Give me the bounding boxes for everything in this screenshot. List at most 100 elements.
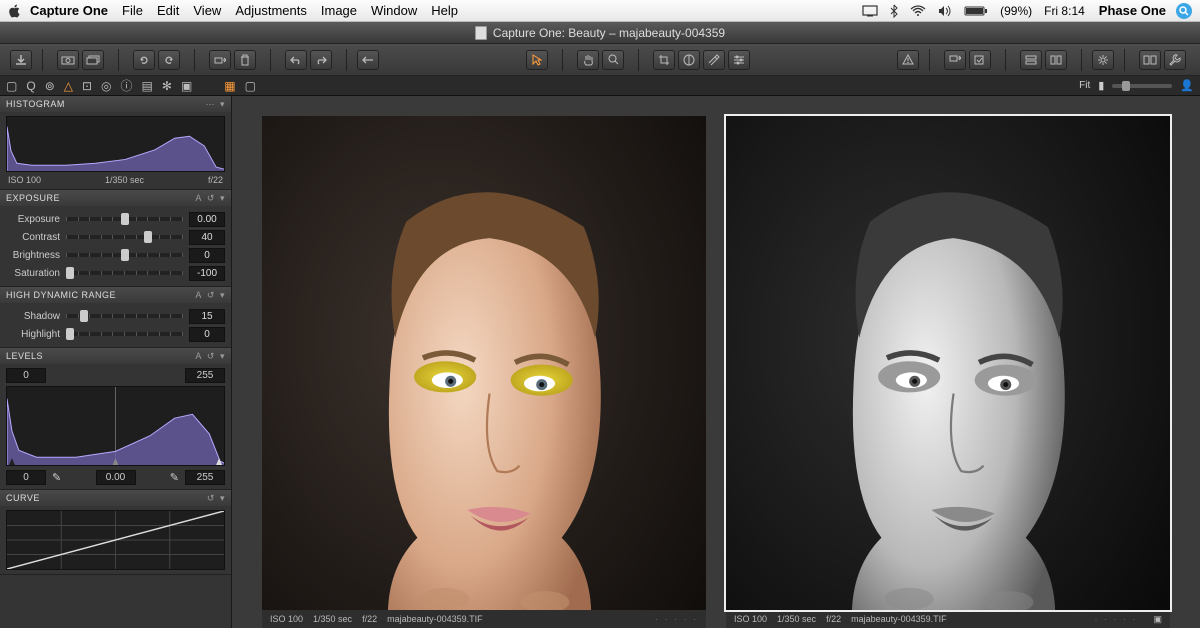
rating-stars[interactable]: · · · · · <box>655 614 698 624</box>
curve-graph[interactable] <box>6 510 225 570</box>
battery-icon[interactable] <box>964 5 988 17</box>
panel-collapse-icon[interactable]: ▾ <box>220 493 225 504</box>
panel-collapse-icon[interactable]: ▾ <box>220 351 225 362</box>
reset-icon[interactable]: ↺ <box>207 493 215 504</box>
slider-value[interactable]: 0.00 <box>189 212 225 227</box>
import-button[interactable] <box>10 50 32 70</box>
slider-track[interactable] <box>66 253 183 257</box>
straighten-tool[interactable] <box>678 50 700 70</box>
clock[interactable]: Fri 8:14 <box>1044 4 1085 18</box>
levels-out-low[interactable]: 0 <box>6 470 46 485</box>
redo-button[interactable] <box>310 50 332 70</box>
bluetooth-icon[interactable] <box>890 4 898 18</box>
zoom-slider[interactable] <box>1112 84 1172 88</box>
tools-button[interactable] <box>1164 50 1186 70</box>
styles-button[interactable] <box>1020 50 1042 70</box>
spot-tool[interactable] <box>703 50 725 70</box>
slider-thumb[interactable] <box>121 213 129 225</box>
preferences-button[interactable] <box>1092 50 1114 70</box>
levels-graph[interactable] <box>6 386 225 466</box>
panel-menu-icon[interactable]: ⋯ <box>205 99 215 110</box>
rating-stars[interactable]: · · · · · <box>1094 614 1137 624</box>
capture-button[interactable] <box>57 50 79 70</box>
menu-image[interactable]: Image <box>321 3 357 18</box>
menu-file[interactable]: File <box>122 3 143 18</box>
rotate-ccw-button[interactable] <box>133 50 155 70</box>
slider-value[interactable]: 15 <box>189 309 225 324</box>
tab-lens[interactable]: ⊡ <box>82 79 92 93</box>
cursor-tool[interactable] <box>526 50 548 70</box>
panel-collapse-icon[interactable]: ▾ <box>220 290 225 301</box>
tab-metadata[interactable]: ✻ <box>162 79 172 93</box>
undo-button[interactable] <box>285 50 307 70</box>
menu-help[interactable]: Help <box>431 3 458 18</box>
eyedropper-white-icon[interactable]: ✎ <box>170 471 179 484</box>
reset-icon[interactable]: ↺ <box>207 351 215 362</box>
rotate-cw-button[interactable] <box>158 50 180 70</box>
levels-in-low[interactable]: 0 <box>6 368 46 383</box>
display-icon[interactable] <box>862 5 878 17</box>
slider-thumb[interactable] <box>66 267 74 279</box>
eyedropper-black-icon[interactable]: ✎ <box>52 471 61 484</box>
menu-view[interactable]: View <box>193 3 221 18</box>
hand-tool[interactable] <box>577 50 599 70</box>
menu-window[interactable]: Window <box>371 3 417 18</box>
tab-output[interactable]: ▣ <box>181 79 192 93</box>
tab-library[interactable]: ▢ <box>6 79 17 93</box>
warning-button[interactable] <box>897 50 919 70</box>
trash-button[interactable] <box>234 50 256 70</box>
variant-icon[interactable]: ▣ <box>1153 614 1162 625</box>
slider-thumb[interactable] <box>80 310 88 322</box>
reset-icon[interactable]: ↺ <box>207 193 215 204</box>
slider-value[interactable]: 0 <box>189 327 225 342</box>
tab-adjustments[interactable]: ▤ <box>142 79 153 93</box>
wifi-icon[interactable] <box>910 5 926 17</box>
menu-edit[interactable]: Edit <box>157 3 179 18</box>
tab-color[interactable]: ⊚ <box>45 79 55 93</box>
slider-track[interactable] <box>66 332 183 336</box>
fit-label[interactable]: Fit <box>1079 80 1090 91</box>
levels-out-high[interactable]: 255 <box>185 470 225 485</box>
panel-collapse-icon[interactable]: ▾ <box>220 99 225 110</box>
reset-button[interactable] <box>357 50 379 70</box>
apply-adjustments-button[interactable] <box>969 50 991 70</box>
tab-crop[interactable]: ◎ <box>101 79 111 93</box>
slider-value[interactable]: 40 <box>189 230 225 245</box>
slider-track[interactable] <box>66 314 183 318</box>
slider-track[interactable] <box>66 235 183 239</box>
slider-track[interactable] <box>66 271 183 275</box>
capture-queue-button[interactable] <box>82 50 104 70</box>
copy-adjustments-button[interactable] <box>944 50 966 70</box>
view-mode-button[interactable] <box>1139 50 1161 70</box>
image-panel-left[interactable]: ISO 100 1/350 sec f/22 majabeauty-004359… <box>262 116 706 628</box>
slider-thumb[interactable] <box>66 328 74 340</box>
auto-icon[interactable]: A <box>195 351 202 361</box>
user-icon[interactable]: 👤 <box>1180 79 1194 92</box>
auto-icon[interactable]: A <box>195 193 202 203</box>
levels-in-high[interactable]: 255 <box>185 368 225 383</box>
tab-details[interactable]: ⓘ <box>121 77 133 94</box>
slider-thumb[interactable] <box>144 231 152 243</box>
tab-capture[interactable]: Q <box>26 79 35 93</box>
slider-thumb[interactable] <box>121 249 129 261</box>
crop-tool[interactable] <box>653 50 675 70</box>
image-panel-right[interactable]: ISO 100 1/350 sec f/22 majabeauty-004359… <box>726 116 1170 628</box>
volume-icon[interactable] <box>938 5 952 17</box>
process-button[interactable] <box>209 50 231 70</box>
tab-exposure[interactable]: △ <box>64 79 73 93</box>
adjustments-tool[interactable] <box>728 50 750 70</box>
zoom-tool[interactable] <box>602 50 624 70</box>
levels-out-mid[interactable]: 0.00 <box>96 470 136 485</box>
app-name[interactable]: Capture One <box>30 3 108 18</box>
menu-adjustments[interactable]: Adjustments <box>235 3 307 18</box>
slider-value[interactable]: 0 <box>189 248 225 263</box>
spotlight-icon[interactable] <box>1176 3 1192 19</box>
slider-track[interactable] <box>66 217 183 221</box>
reset-icon[interactable]: ↺ <box>207 290 215 301</box>
slider-value[interactable]: -100 <box>189 266 225 281</box>
panel-collapse-icon[interactable]: ▾ <box>220 193 225 204</box>
presets-button[interactable] <box>1045 50 1067 70</box>
single-view-button[interactable]: ▢ <box>245 79 256 93</box>
auto-icon[interactable]: A <box>195 290 202 300</box>
grid-view-button[interactable]: ▦ <box>224 79 235 93</box>
